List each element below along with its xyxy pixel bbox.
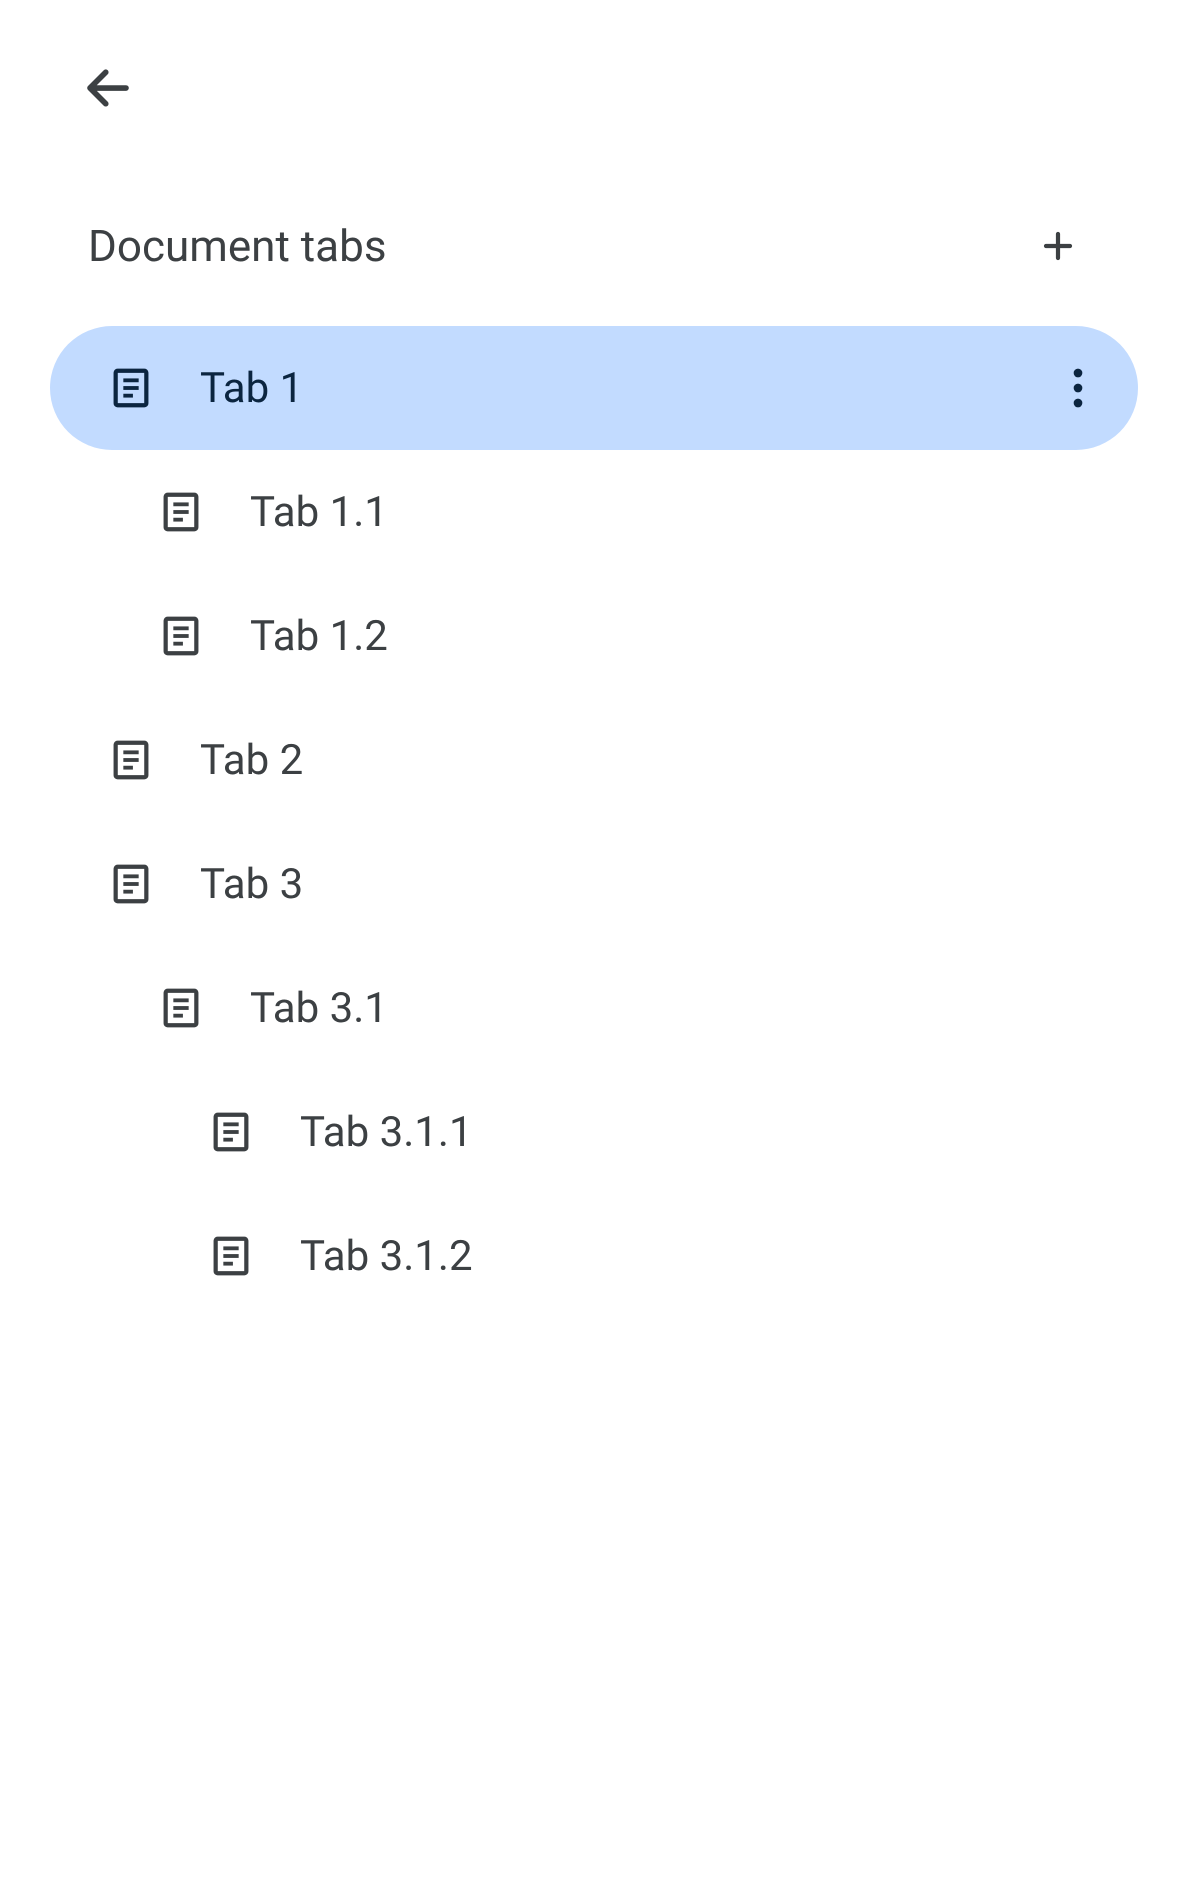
document-icon xyxy=(106,363,156,413)
document-icon xyxy=(106,735,156,785)
tab-item-tab-3-1[interactable]: Tab 3.1 xyxy=(50,946,1138,1070)
tab-label: Tab 3 xyxy=(200,860,303,909)
tab-item-tab-3-1-1[interactable]: Tab 3.1.1 xyxy=(50,1070,1138,1194)
tab-label: Tab 3.1.1 xyxy=(300,1108,473,1157)
back-button[interactable] xyxy=(78,58,138,118)
tab-item-tab-2[interactable]: Tab 2 xyxy=(50,698,1138,822)
tab-item-tab-3[interactable]: Tab 3 xyxy=(50,822,1138,946)
document-icon xyxy=(206,1231,256,1281)
tab-label: Tab 1.2 xyxy=(250,612,388,661)
tab-label: Tab 1.1 xyxy=(250,488,388,537)
tab-item-tab-3-1-2[interactable]: Tab 3.1.2 xyxy=(50,1194,1138,1318)
tab-label: Tab 2 xyxy=(200,736,303,785)
tabs-list: Tab 1 Tab 1.1 xyxy=(50,326,1138,1318)
tab-more-button[interactable] xyxy=(1054,364,1102,412)
document-icon xyxy=(206,1107,256,1157)
page-title: Document tabs xyxy=(88,220,387,272)
document-icon xyxy=(156,611,206,661)
document-icon xyxy=(156,983,206,1033)
tab-label: Tab 3.1.2 xyxy=(300,1232,473,1281)
tab-label: Tab 1 xyxy=(200,364,303,413)
tab-label: Tab 3.1 xyxy=(250,984,388,1033)
header-row: Document tabs xyxy=(88,220,1128,272)
tab-item-tab-1-1[interactable]: Tab 1.1 xyxy=(50,450,1138,574)
document-icon xyxy=(106,859,156,909)
tab-item-tab-1[interactable]: Tab 1 xyxy=(50,326,1138,450)
add-tab-button[interactable] xyxy=(1034,222,1082,270)
more-vert-icon xyxy=(1073,368,1083,408)
arrow-back-icon xyxy=(81,61,135,115)
tab-item-tab-1-2[interactable]: Tab 1.2 xyxy=(50,574,1138,698)
document-icon xyxy=(156,487,206,537)
plus-icon xyxy=(1040,228,1076,264)
